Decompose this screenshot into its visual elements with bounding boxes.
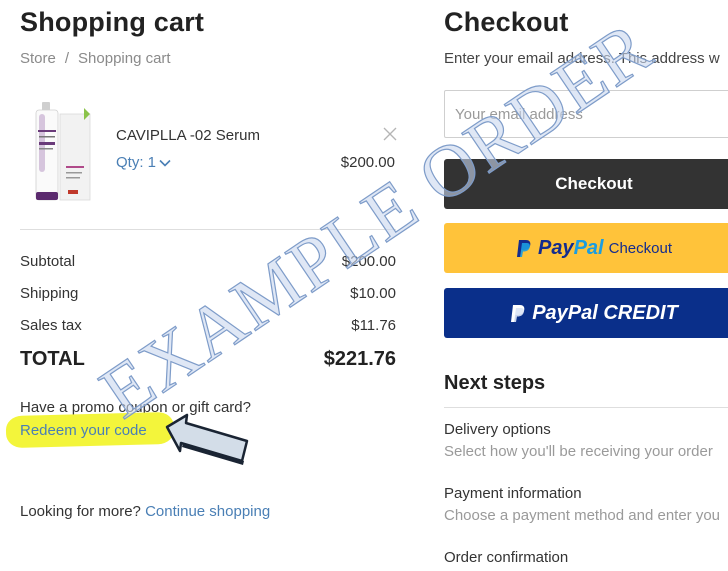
shipping-value: $10.00 [350,285,396,302]
total-row: TOTAL $221.76 [20,348,396,371]
subtotal-row: Subtotal $200.00 [20,253,396,270]
paypal-pay-text: Pay [538,236,574,259]
next-steps-title: Next steps [444,372,546,394]
total-label: TOTAL [20,348,85,370]
cart-title: Shopping cart [20,7,205,37]
paypal-checkout-label: Checkout [608,239,672,257]
continue-shopping-text: Looking for more? Continue shopping [20,503,270,520]
checkout-button[interactable]: Checkout [444,159,728,209]
shipping-row: Shipping $10.00 [20,285,396,302]
cart-panel: Shopping cart Store / Shopping cart CAVIPL… [0,0,400,571]
step-delivery-title: Delivery options [444,421,551,438]
paypal-credit-button[interactable]: PayPal CREDIT [444,288,728,338]
breadcrumb-current: Shopping cart [78,50,171,67]
continue-shopping-link[interactable]: Continue shopping [145,503,270,520]
paypal-credit-label: PayPal CREDIT [532,301,678,324]
sales-tax-row: Sales tax $11.76 [20,317,396,334]
redeem-code-link[interactable]: Redeem your code [20,422,147,439]
breadcrumb: Store / Shopping cart [20,50,171,67]
product-price: $200.00 [340,154,395,171]
sales-tax-value: $11.76 [351,317,396,334]
quantity-label: Qty: 1 [116,154,157,171]
checkout-title: Checkout [444,7,569,37]
paypal-checkout-button[interactable]: Pay Pal Checkout [444,223,728,273]
email-input[interactable] [444,90,728,138]
step-payment-title: Payment information [444,485,582,502]
step-delivery-desc: Select how you'll be receiving your orde… [444,443,713,460]
email-hint: Enter your email address. This address w [444,50,720,67]
subtotal-label: Subtotal [20,253,76,270]
product-image[interactable] [26,100,96,205]
sales-tax-label: Sales tax [20,317,82,334]
quantity-selector[interactable]: Qty: 1 [116,154,171,171]
step-payment-desc: Choose a payment method and enter you [444,507,721,524]
step-confirmation-title: Order confirmation [444,549,569,566]
total-value: $221.76 [323,348,396,370]
looking-label: Looking for more? [20,503,141,520]
close-icon[interactable] [382,126,398,142]
arrow-icon [165,413,249,465]
paypal-logo-icon [517,239,531,257]
cart-divider [20,229,396,230]
breadcrumb-separator: / [64,50,70,67]
next-steps-divider [444,407,728,408]
paypal-logo-icon [511,304,525,322]
paypal-pal-text: Pal [573,236,604,259]
checkout-panel: Checkout Enter your email address. This … [444,0,728,571]
subtotal-value: $200.00 [341,253,396,270]
product-name[interactable]: CAVIPLLA -02 Serum [116,127,260,144]
chevron-down-icon [159,159,171,167]
shipping-label: Shipping [20,285,79,302]
breadcrumb-store-link[interactable]: Store [20,50,56,67]
